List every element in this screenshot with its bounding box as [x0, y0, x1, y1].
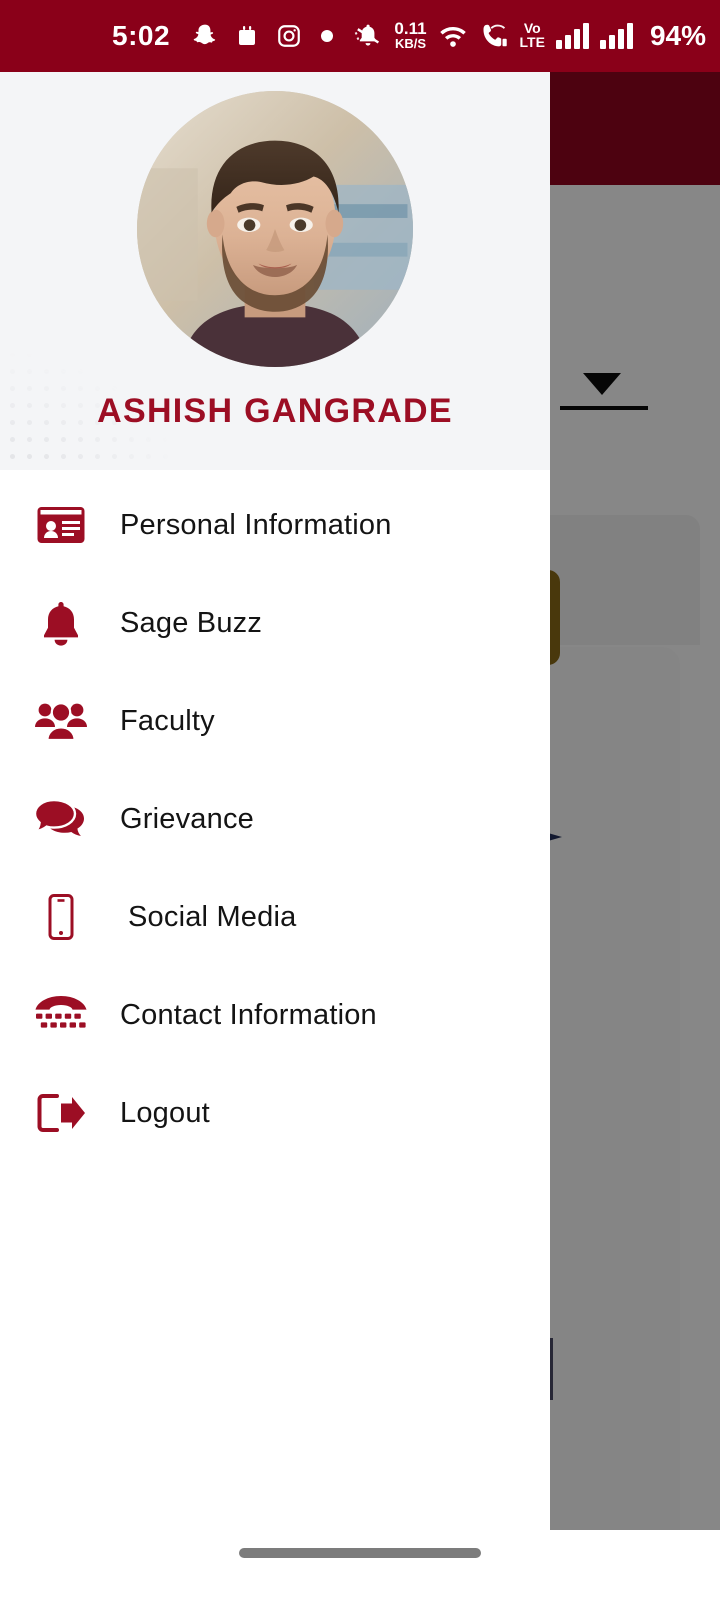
dot-icon	[321, 30, 334, 42]
sidebar-item-label: Contact Information	[120, 998, 377, 1031]
id-card-icon	[30, 494, 92, 556]
sidebar-item-label: Faculty	[120, 704, 215, 737]
volte-bottom-label: LTE	[519, 34, 545, 50]
page-title: ASHISH GANGRADE	[97, 392, 453, 430]
sidebar-item-contact-information[interactable]: Contact Information	[0, 966, 550, 1064]
mobile-phone-icon	[30, 886, 92, 948]
phone-screen: DAR e ion 5:02	[0, 0, 720, 1600]
sidebar-item-label: Personal Information	[120, 508, 392, 541]
people-group-icon	[30, 690, 92, 752]
battery-percentage: 94%	[649, 20, 706, 51]
network-speed-unit: KB/S	[394, 35, 426, 51]
status-bar-system-icons: 0.11 KB/S Vo LTE 94%	[353, 20, 706, 52]
wifi-calling-icon	[479, 22, 509, 50]
volte-icon: Vo LTE	[519, 21, 545, 50]
speech-bubbles-icon	[30, 788, 92, 850]
sidebar-item-label: Grievance	[120, 802, 254, 835]
sidebar-item-social-media[interactable]: Social Media	[0, 868, 550, 966]
status-bar-clock: 5:02	[112, 20, 171, 51]
sidebar-item-grievance[interactable]: Grievance	[0, 770, 550, 868]
sidebar-item-label: Social Media	[128, 900, 297, 933]
network-speed-indicator: 0.11 KB/S	[394, 20, 426, 51]
drawer-header: ASHISH GANGRADE	[0, 72, 550, 470]
status-bar-notification-icons	[192, 23, 334, 49]
sidebar-item-sage-buzz[interactable]: Sage Buzz	[0, 574, 550, 672]
signal-bars-sim1-icon	[555, 23, 589, 49]
status-bar: 5:02 0.11 KB/S Vo LTE 94%	[0, 0, 720, 72]
snapchat-icon	[192, 23, 218, 49]
sidebar-item-label: Logout	[120, 1096, 210, 1129]
avatar[interactable]	[137, 91, 413, 367]
home-gesture-pill[interactable]	[239, 1548, 481, 1558]
wifi-icon	[438, 23, 468, 49]
navigation-drawer: ASHISH GANGRADE Personal Information Sag…	[0, 72, 550, 1600]
profile-photo	[137, 91, 413, 367]
app-icon	[237, 25, 257, 47]
telephone-icon	[30, 984, 92, 1046]
sidebar-item-personal-information[interactable]: Personal Information	[0, 476, 550, 574]
silent-bell-icon	[353, 22, 383, 50]
signal-bars-sim2-icon	[599, 23, 633, 49]
system-navigation-bar	[0, 1530, 720, 1600]
bell-icon	[30, 592, 92, 654]
logout-icon	[30, 1082, 92, 1144]
sidebar-item-faculty[interactable]: Faculty	[0, 672, 550, 770]
sidebar-item-label: Sage Buzz	[120, 606, 263, 639]
instagram-icon	[276, 23, 302, 49]
drawer-menu-list: Personal Information Sage Buzz Faculty G…	[0, 470, 550, 1162]
sidebar-item-logout[interactable]: Logout	[0, 1064, 550, 1162]
